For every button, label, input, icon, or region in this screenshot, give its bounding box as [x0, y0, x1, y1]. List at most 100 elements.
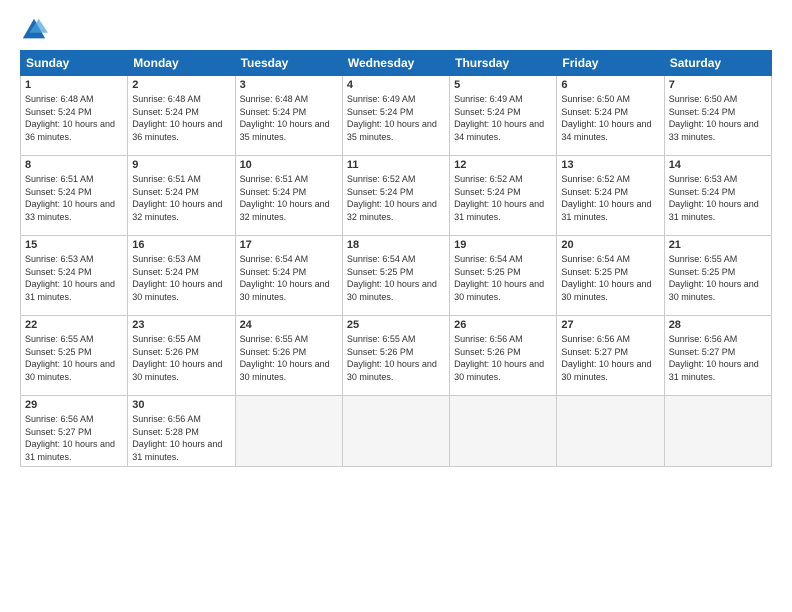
day-info: Sunrise: 6:48 AMSunset: 5:24 PMDaylight:…: [132, 93, 230, 143]
day-number: 13: [561, 159, 659, 171]
day-info: Sunrise: 6:48 AMSunset: 5:24 PMDaylight:…: [240, 93, 338, 143]
week-row-4: 22 Sunrise: 6:55 AMSunset: 5:25 PMDayligh…: [21, 316, 772, 396]
day-info: Sunrise: 6:54 AMSunset: 5:24 PMDaylight:…: [240, 253, 338, 303]
day-number: 14: [669, 159, 767, 171]
day-cell: 22 Sunrise: 6:55 AMSunset: 5:25 PMDayligh…: [21, 316, 128, 396]
day-cell: 21 Sunrise: 6:55 AMSunset: 5:25 PMDayligh…: [664, 236, 771, 316]
day-number: 27: [561, 319, 659, 331]
day-cell: 9 Sunrise: 6:51 AMSunset: 5:24 PMDaylight…: [128, 156, 235, 236]
week-row-2: 8 Sunrise: 6:51 AMSunset: 5:24 PMDaylight…: [21, 156, 772, 236]
day-info: Sunrise: 6:49 AMSunset: 5:24 PMDaylight:…: [347, 93, 445, 143]
col-header-saturday: Saturday: [664, 51, 771, 76]
day-number: 16: [132, 239, 230, 251]
day-info: Sunrise: 6:55 AMSunset: 5:26 PMDaylight:…: [132, 333, 230, 383]
calendar-table: SundayMondayTuesdayWednesdayThursdayFrid…: [20, 50, 772, 467]
day-cell: 10 Sunrise: 6:51 AMSunset: 5:24 PMDayligh…: [235, 156, 342, 236]
day-cell: 30Sunrise: 6:56 AMSunset: 5:28 PMDayligh…: [128, 396, 235, 467]
day-cell: [450, 396, 557, 467]
day-number: 25: [347, 319, 445, 331]
day-cell: 28Sunrise: 6:56 AMSunset: 5:27 PMDayligh…: [664, 316, 771, 396]
day-number: 4: [347, 79, 445, 91]
week-row-1: 1Sunrise: 6:48 AMSunset: 5:24 PMDaylight…: [21, 76, 772, 156]
page: SundayMondayTuesdayWednesdayThursdayFrid…: [0, 0, 792, 612]
day-cell: 3 Sunrise: 6:48 AMSunset: 5:24 PMDaylight…: [235, 76, 342, 156]
day-info: Sunrise: 6:49 AMSunset: 5:24 PMDaylight:…: [454, 93, 552, 143]
day-cell: 18Sunrise: 6:54 AMSunset: 5:25 PMDayligh…: [342, 236, 449, 316]
day-number: 7: [669, 79, 767, 91]
day-cell: 5 Sunrise: 6:49 AMSunset: 5:24 PMDaylight…: [450, 76, 557, 156]
day-cell: 13 Sunrise: 6:52 AMSunset: 5:24 PMDayligh…: [557, 156, 664, 236]
day-info: Sunrise: 6:51 AMSunset: 5:24 PMDaylight:…: [132, 173, 230, 223]
day-number: 15: [25, 239, 123, 251]
day-info: Sunrise: 6:53 AMSunset: 5:24 PMDaylight:…: [25, 253, 123, 303]
day-info: Sunrise: 6:51 AMSunset: 5:24 PMDaylight:…: [240, 173, 338, 223]
day-number: 5: [454, 79, 552, 91]
day-number: 6: [561, 79, 659, 91]
day-info: Sunrise: 6:55 AMSunset: 5:25 PMDaylight:…: [25, 333, 123, 383]
day-cell: 17 Sunrise: 6:54 AMSunset: 5:24 PMDayligh…: [235, 236, 342, 316]
day-number: 21: [669, 239, 767, 251]
day-info: Sunrise: 6:50 AMSunset: 5:24 PMDaylight:…: [669, 93, 767, 143]
day-cell: 11Sunrise: 6:52 AMSunset: 5:24 PMDayligh…: [342, 156, 449, 236]
day-cell: 27 Sunrise: 6:56 AMSunset: 5:27 PMDayligh…: [557, 316, 664, 396]
day-info: Sunrise: 6:52 AMSunset: 5:24 PMDaylight:…: [347, 173, 445, 223]
day-info: Sunrise: 6:48 AMSunset: 5:24 PMDaylight:…: [25, 93, 123, 143]
day-info: Sunrise: 6:56 AMSunset: 5:28 PMDaylight:…: [132, 413, 230, 463]
day-number: 20: [561, 239, 659, 251]
day-number: 19: [454, 239, 552, 251]
day-info: Sunrise: 6:56 AMSunset: 5:26 PMDaylight:…: [454, 333, 552, 383]
day-cell: 8 Sunrise: 6:51 AMSunset: 5:24 PMDaylight…: [21, 156, 128, 236]
day-info: Sunrise: 6:56 AMSunset: 5:27 PMDaylight:…: [25, 413, 123, 463]
day-cell: [235, 396, 342, 467]
day-number: 10: [240, 159, 338, 171]
col-header-thursday: Thursday: [450, 51, 557, 76]
day-cell: [342, 396, 449, 467]
day-info: Sunrise: 6:52 AMSunset: 5:24 PMDaylight:…: [454, 173, 552, 223]
day-cell: [664, 396, 771, 467]
day-info: Sunrise: 6:54 AMSunset: 5:25 PMDaylight:…: [561, 253, 659, 303]
day-cell: 15 Sunrise: 6:53 AMSunset: 5:24 PMDayligh…: [21, 236, 128, 316]
logo-icon: [20, 16, 48, 44]
day-info: Sunrise: 6:56 AMSunset: 5:27 PMDaylight:…: [561, 333, 659, 383]
week-row-3: 15 Sunrise: 6:53 AMSunset: 5:24 PMDayligh…: [21, 236, 772, 316]
day-number: 28: [669, 319, 767, 331]
day-info: Sunrise: 6:51 AMSunset: 5:24 PMDaylight:…: [25, 173, 123, 223]
week-row-5: 29 Sunrise: 6:56 AMSunset: 5:27 PMDayligh…: [21, 396, 772, 467]
col-header-sunday: Sunday: [21, 51, 128, 76]
day-cell: 2 Sunrise: 6:48 AMSunset: 5:24 PMDaylight…: [128, 76, 235, 156]
logo: [20, 16, 52, 44]
day-info: Sunrise: 6:50 AMSunset: 5:24 PMDaylight:…: [561, 93, 659, 143]
day-cell: 14 Sunrise: 6:53 AMSunset: 5:24 PMDayligh…: [664, 156, 771, 236]
day-number: 8: [25, 159, 123, 171]
day-number: 3: [240, 79, 338, 91]
day-cell: 7 Sunrise: 6:50 AMSunset: 5:24 PMDaylight…: [664, 76, 771, 156]
day-number: 2: [132, 79, 230, 91]
col-header-tuesday: Tuesday: [235, 51, 342, 76]
day-cell: 25 Sunrise: 6:55 AMSunset: 5:26 PMDayligh…: [342, 316, 449, 396]
day-number: 17: [240, 239, 338, 251]
day-cell: 16 Sunrise: 6:53 AMSunset: 5:24 PMDayligh…: [128, 236, 235, 316]
day-info: Sunrise: 6:55 AMSunset: 5:26 PMDaylight:…: [240, 333, 338, 383]
day-number: 9: [132, 159, 230, 171]
day-cell: 6 Sunrise: 6:50 AMSunset: 5:24 PMDaylight…: [557, 76, 664, 156]
header-row: SundayMondayTuesdayWednesdayThursdayFrid…: [21, 51, 772, 76]
day-info: Sunrise: 6:55 AMSunset: 5:25 PMDaylight:…: [669, 253, 767, 303]
day-cell: 19 Sunrise: 6:54 AMSunset: 5:25 PMDayligh…: [450, 236, 557, 316]
day-number: 12: [454, 159, 552, 171]
day-info: Sunrise: 6:53 AMSunset: 5:24 PMDaylight:…: [132, 253, 230, 303]
day-cell: 26Sunrise: 6:56 AMSunset: 5:26 PMDayligh…: [450, 316, 557, 396]
day-cell: 20 Sunrise: 6:54 AMSunset: 5:25 PMDayligh…: [557, 236, 664, 316]
day-cell: 29 Sunrise: 6:56 AMSunset: 5:27 PMDayligh…: [21, 396, 128, 467]
day-info: Sunrise: 6:53 AMSunset: 5:24 PMDaylight:…: [669, 173, 767, 223]
day-cell: 12 Sunrise: 6:52 AMSunset: 5:24 PMDayligh…: [450, 156, 557, 236]
day-cell: 24 Sunrise: 6:55 AMSunset: 5:26 PMDayligh…: [235, 316, 342, 396]
header: [20, 16, 772, 44]
day-number: 22: [25, 319, 123, 331]
day-info: Sunrise: 6:55 AMSunset: 5:26 PMDaylight:…: [347, 333, 445, 383]
day-number: 29: [25, 399, 123, 411]
day-number: 24: [240, 319, 338, 331]
day-info: Sunrise: 6:54 AMSunset: 5:25 PMDaylight:…: [454, 253, 552, 303]
day-number: 23: [132, 319, 230, 331]
day-info: Sunrise: 6:52 AMSunset: 5:24 PMDaylight:…: [561, 173, 659, 223]
col-header-wednesday: Wednesday: [342, 51, 449, 76]
